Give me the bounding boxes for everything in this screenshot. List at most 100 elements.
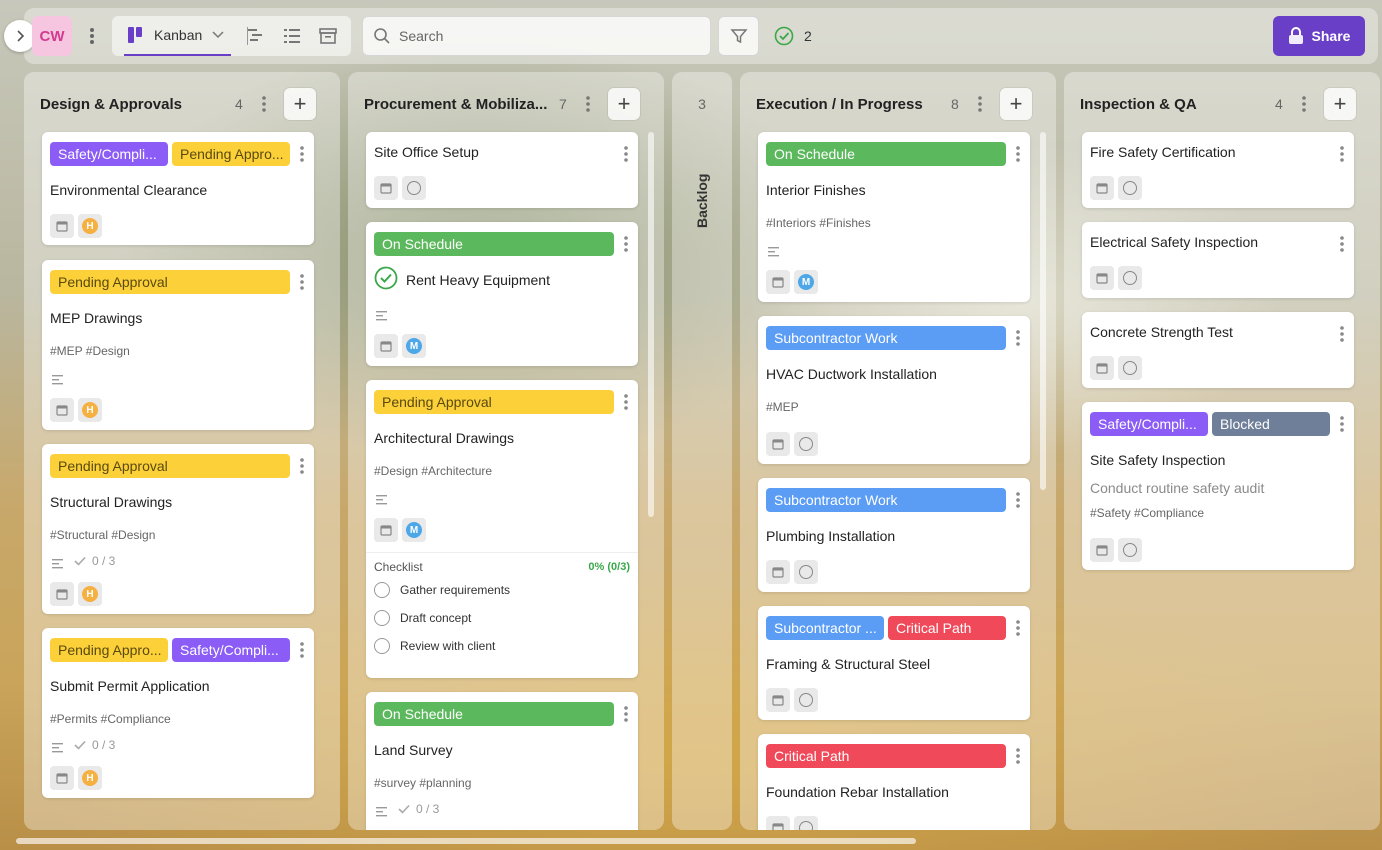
due-date-icon[interactable] [50,766,74,790]
assignee-avatar[interactable]: M [402,334,426,358]
assignee-avatar[interactable]: M [402,518,426,542]
tag-label[interactable]: Blocked [1212,412,1330,436]
task-card[interactable]: Pending Approval Structural Drawings #St… [42,444,314,614]
card-menu-icon[interactable] [1338,414,1346,434]
add-card-button[interactable]: + [1000,88,1032,120]
tag-label[interactable]: Safety/Compli... [50,142,168,166]
checklist-item[interactable]: Gather requirements [374,582,510,598]
due-date-icon[interactable] [766,816,790,830]
task-card[interactable]: Safety/Compli... Pending Appro... Enviro… [42,132,314,245]
tag-label[interactable]: On Schedule [766,142,1006,166]
column-scrollbar[interactable] [1040,132,1046,490]
due-date-icon[interactable] [50,214,74,238]
card-menu-icon[interactable] [1014,328,1022,348]
unassigned-icon[interactable] [794,560,818,584]
due-date-icon[interactable] [1090,176,1114,200]
task-card[interactable]: Safety/Compli... Blocked Site Safety Ins… [1082,402,1354,570]
checkbox-circle-icon[interactable] [374,582,390,598]
column-backlog-collapsed[interactable]: 3 Backlog [672,72,732,830]
unassigned-icon[interactable] [794,688,818,712]
column-menu-icon[interactable] [1299,94,1309,114]
due-date-icon[interactable] [1090,356,1114,380]
card-menu-icon[interactable] [622,392,630,412]
task-card[interactable]: On Schedule Rent Heavy Equipment M [366,222,638,366]
task-card[interactable]: On Schedule Interior Finishes #Interiors… [758,132,1030,302]
assignee-avatar[interactable]: H [78,582,102,606]
checkbox-circle-icon[interactable] [374,638,390,654]
card-menu-icon[interactable] [1338,144,1346,164]
assignee-avatar[interactable]: H [78,214,102,238]
tag-label[interactable]: Pending Approval [50,270,290,294]
checklist-item[interactable]: Draft concept [374,610,471,626]
card-menu-icon[interactable] [1014,746,1022,766]
due-date-icon[interactable] [766,270,790,294]
task-card[interactable]: Electrical Safety Inspection [1082,222,1354,298]
due-date-icon[interactable] [766,432,790,456]
unassigned-icon[interactable] [402,176,426,200]
search-field[interactable] [362,16,711,56]
unassigned-icon[interactable] [1118,176,1142,200]
column-menu-icon[interactable] [259,94,269,114]
due-date-icon[interactable] [50,398,74,422]
task-card[interactable]: Pending Approval Architectural Drawings … [366,380,638,678]
column-scrollbar[interactable] [648,132,654,517]
task-card[interactable]: Subcontractor ... Critical Path Framing … [758,606,1030,720]
workspace-avatar[interactable]: CW [32,16,72,56]
tag-label[interactable]: Pending Appro... [172,142,290,166]
assignee-avatar[interactable]: M [794,270,818,294]
column-menu-icon[interactable] [975,94,985,114]
tag-label[interactable]: Pending Approval [374,390,614,414]
share-button[interactable]: Share [1273,16,1365,56]
list-view-icon[interactable] [282,26,302,46]
board-horizontal-scrollbar[interactable] [16,838,916,844]
task-card[interactable]: Fire Safety Certification [1082,132,1354,208]
task-card[interactable]: Site Office Setup [366,132,638,208]
gantt-view-icon[interactable] [246,26,266,46]
due-date-icon[interactable] [374,518,398,542]
unassigned-icon[interactable] [1118,538,1142,562]
tag-label[interactable]: On Schedule [374,232,614,256]
due-date-icon[interactable] [766,560,790,584]
task-card[interactable]: Pending Approval MEP Drawings #MEP #Desi… [42,260,314,430]
add-card-button[interactable]: + [1324,88,1356,120]
unassigned-icon[interactable] [1118,266,1142,290]
card-menu-icon[interactable] [298,272,306,292]
card-menu-icon[interactable] [298,456,306,476]
due-date-icon[interactable] [1090,266,1114,290]
tag-label[interactable]: Subcontractor ... [766,616,884,640]
due-date-icon[interactable] [1090,538,1114,562]
add-card-button[interactable]: + [608,88,640,120]
tag-label[interactable]: On Schedule [374,702,614,726]
assignee-avatar[interactable]: H [78,398,102,422]
column-menu-icon[interactable] [583,94,593,114]
card-menu-icon[interactable] [298,144,306,164]
due-date-icon[interactable] [766,688,790,712]
tag-label[interactable]: Pending Approval [50,454,290,478]
completed-count[interactable]: 2 [774,24,812,48]
task-card[interactable]: Concrete Strength Test [1082,312,1354,388]
card-menu-icon[interactable] [1338,234,1346,254]
card-menu-icon[interactable] [622,704,630,724]
tag-label[interactable]: Subcontractor Work [766,326,1006,350]
tag-label[interactable]: Safety/Compli... [172,638,290,662]
tag-label[interactable]: Critical Path [888,616,1006,640]
due-date-icon[interactable] [50,582,74,606]
unassigned-icon[interactable] [794,816,818,830]
completed-check-icon[interactable] [374,266,398,293]
card-menu-icon[interactable] [1014,490,1022,510]
archive-view-icon[interactable] [318,26,338,46]
due-date-icon[interactable] [374,176,398,200]
card-menu-icon[interactable] [622,144,630,164]
checkbox-circle-icon[interactable] [374,610,390,626]
checklist-item[interactable]: Review with client [374,638,495,654]
unassigned-icon[interactable] [1118,356,1142,380]
task-card[interactable]: Subcontractor Work Plumbing Installation [758,478,1030,592]
workspace-menu-icon[interactable] [84,22,100,50]
card-menu-icon[interactable] [1014,144,1022,164]
assignee-avatar[interactable]: H [78,766,102,790]
card-menu-icon[interactable] [1014,618,1022,638]
filter-button[interactable] [718,16,759,56]
tag-label[interactable]: Safety/Compli... [1090,412,1208,436]
due-date-icon[interactable] [374,334,398,358]
task-card[interactable]: On Schedule Land Survey #survey #plannin… [366,692,638,830]
